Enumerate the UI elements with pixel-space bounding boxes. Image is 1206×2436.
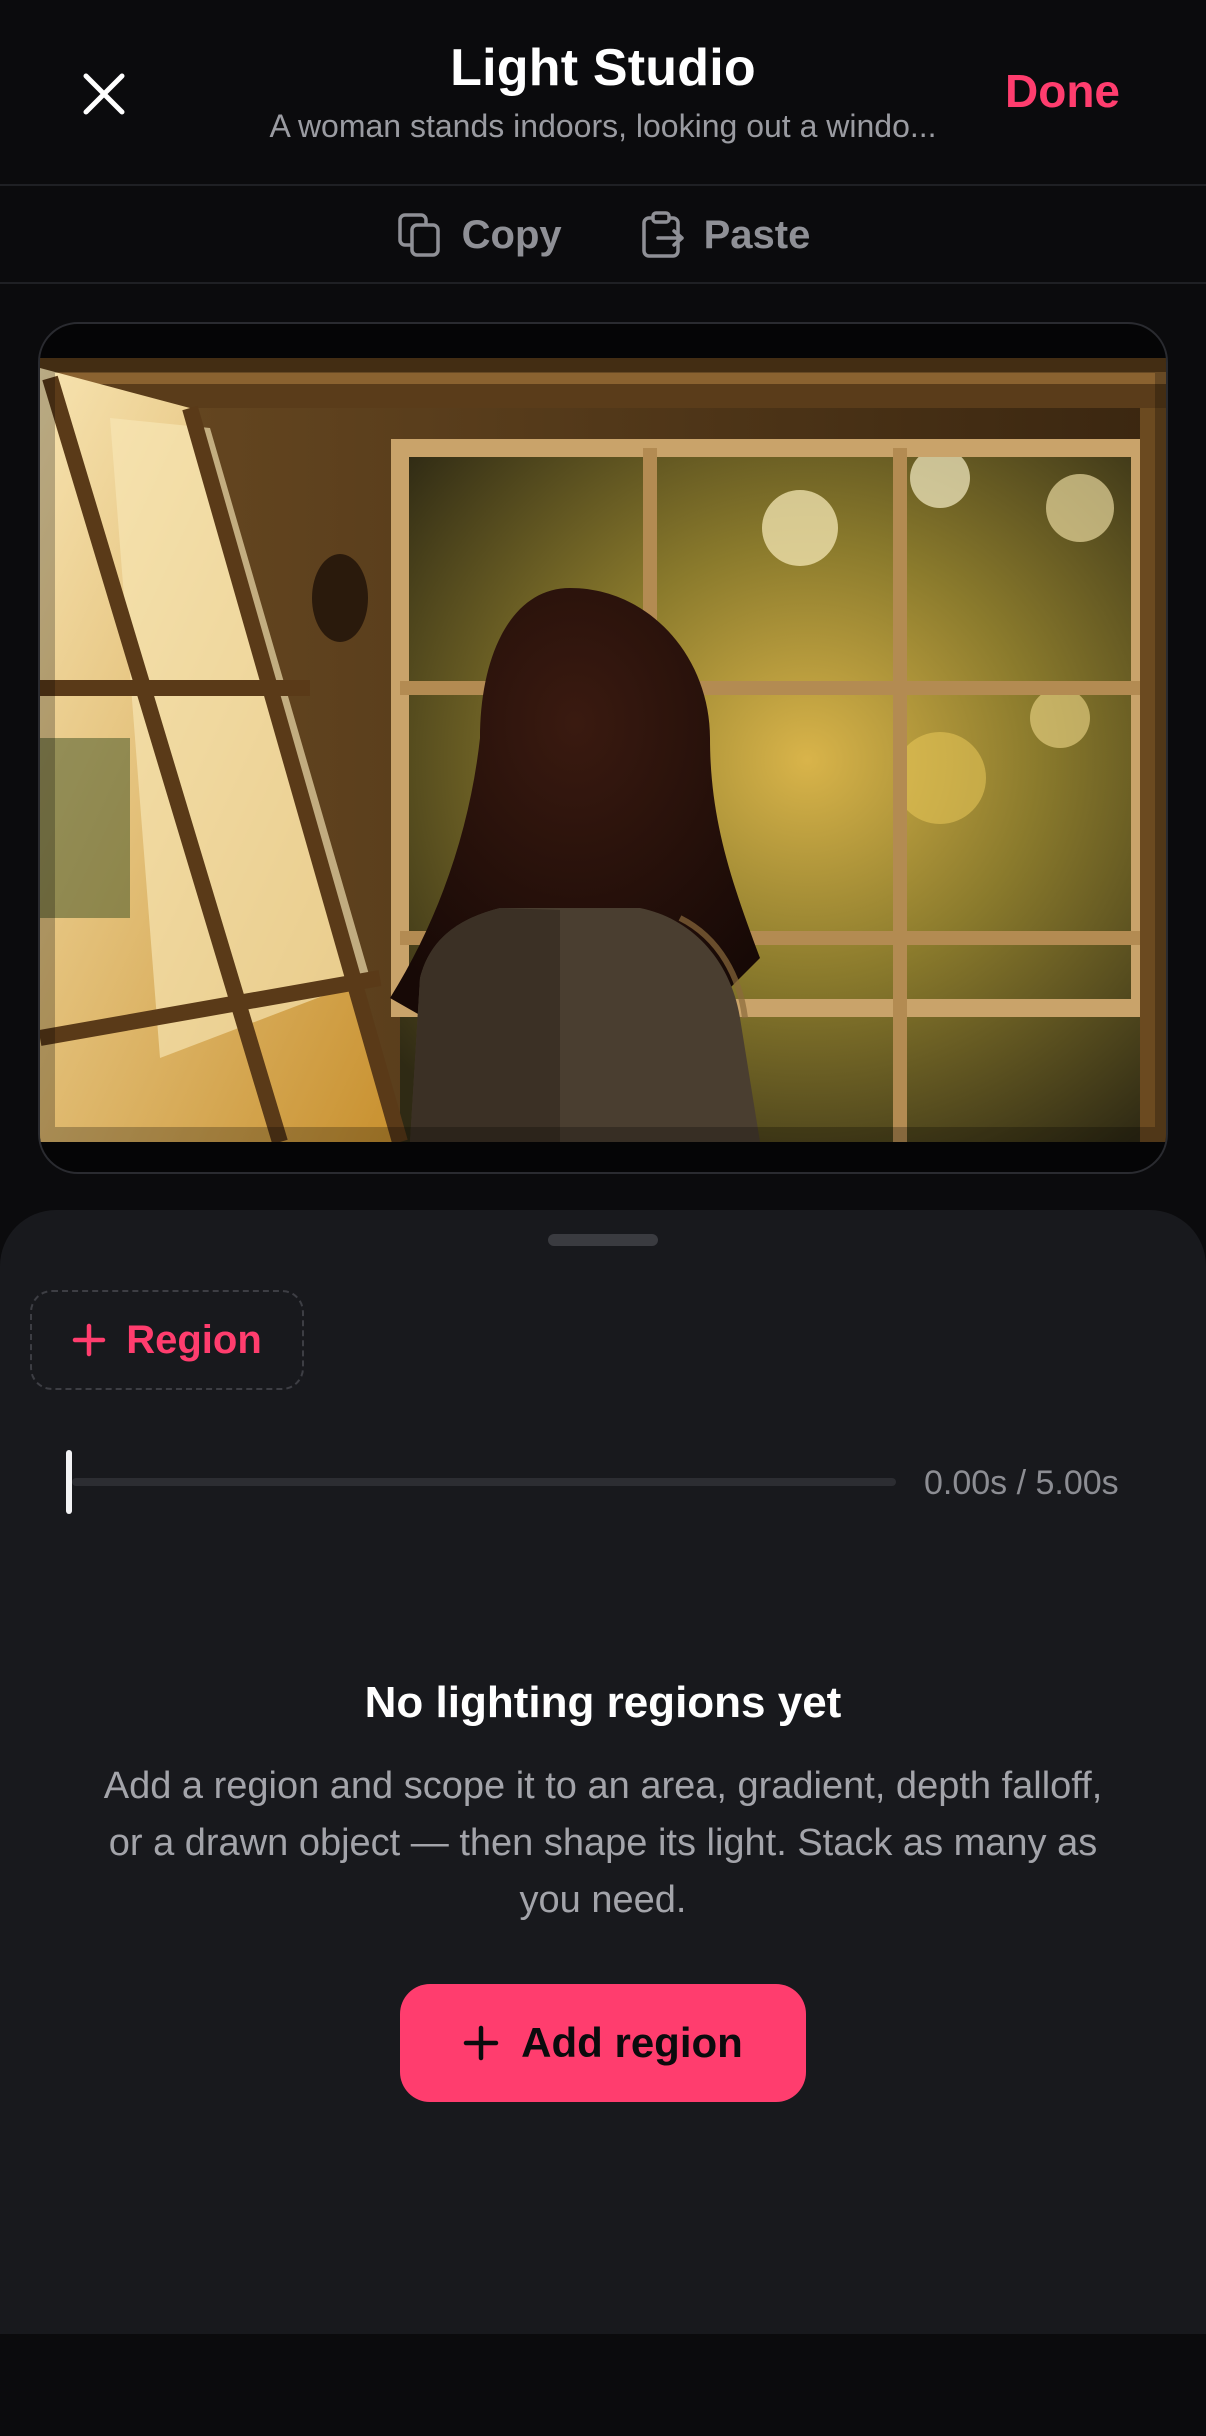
add-region-chip[interactable]: Region	[30, 1290, 304, 1390]
clipboard-icon	[641, 211, 684, 258]
preview-frame	[40, 358, 1166, 1142]
paste-button[interactable]: Paste	[640, 210, 811, 260]
empty-state-title: No lighting regions yet	[364, 1678, 842, 1727]
timeline-playhead[interactable]	[66, 1450, 72, 1514]
copy-paste-bar: Copy Paste	[0, 188, 1206, 284]
add-region-label: Add region	[521, 2019, 743, 2066]
regions-sheet: Region 0.00s / 5.00s No lighting regions…	[0, 1210, 1206, 2334]
video-preview[interactable]	[38, 322, 1168, 1174]
add-region-button[interactable]: Add region	[400, 1984, 806, 2102]
copy-label: Copy	[461, 212, 562, 257]
preview-image	[40, 358, 1166, 1142]
region-chip-label: Region	[126, 1317, 262, 1362]
empty-state-description: Add a region and scope it to an area, gr…	[103, 1765, 1103, 1921]
done-button[interactable]: Done	[1005, 64, 1120, 118]
plus-icon	[72, 1323, 106, 1357]
copy-icon	[397, 213, 440, 257]
timecode: 0.00s / 5.00s	[924, 1464, 1119, 1502]
paste-label: Paste	[703, 212, 811, 257]
timeline-scrubber[interactable]	[66, 1450, 896, 1514]
timeline-track	[72, 1478, 896, 1486]
sheet-grabber[interactable]	[548, 1234, 658, 1246]
plus-icon	[463, 2025, 499, 2061]
light-studio-screen: Light Studio A woman stands indoors, loo…	[0, 0, 1206, 2436]
copy-button[interactable]: Copy	[396, 211, 562, 259]
header: Light Studio A woman stands indoors, loo…	[0, 0, 1206, 186]
